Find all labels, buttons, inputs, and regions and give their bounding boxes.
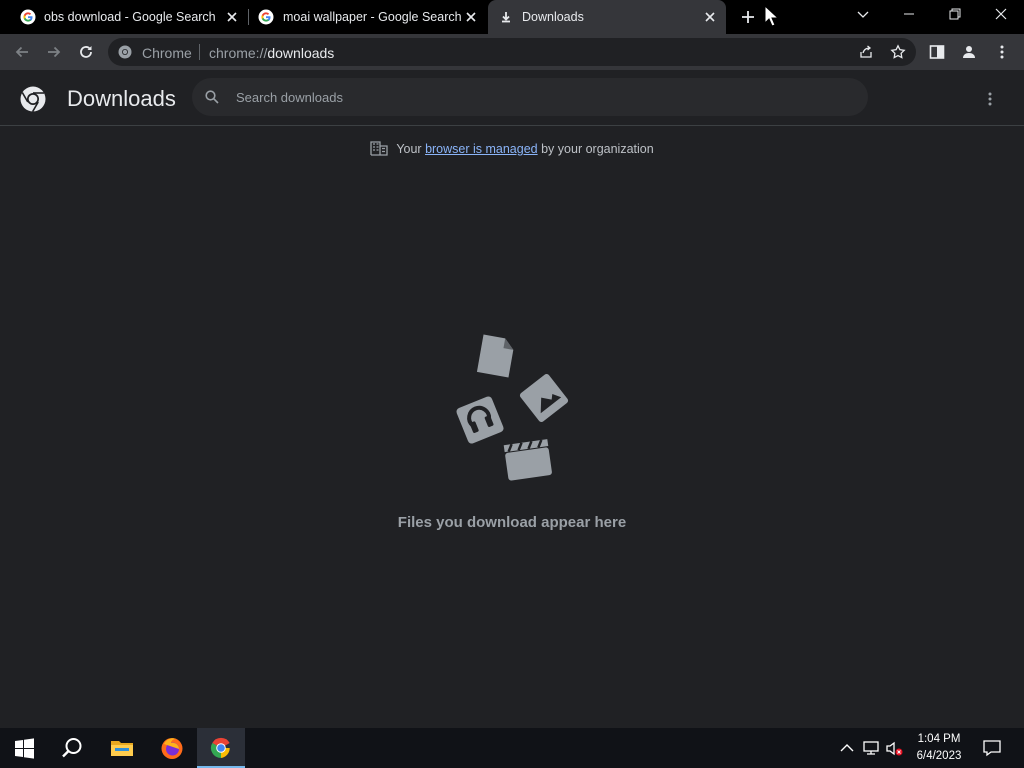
search-box[interactable] bbox=[192, 78, 868, 116]
managed-notice: Your browser is managed by your organiza… bbox=[0, 140, 1024, 158]
google-icon bbox=[20, 9, 36, 25]
chrome-icon bbox=[210, 737, 230, 759]
site-chip-label: Chrome bbox=[142, 45, 192, 61]
building-icon bbox=[370, 141, 388, 156]
managed-suffix: by your organization bbox=[541, 142, 654, 156]
file-explorer-icon bbox=[111, 741, 133, 756]
tab-moai-wallpaper[interactable]: moai wallpaper - Google Search bbox=[249, 0, 485, 34]
address-bar[interactable]: Chrome chrome://downloads bbox=[108, 38, 916, 66]
tab-strip: obs download - Google Search moai wallpa… bbox=[0, 0, 1024, 34]
tab-title: moai wallpaper - Google Search bbox=[283, 10, 462, 24]
google-icon bbox=[258, 9, 274, 25]
page-title: Downloads bbox=[67, 86, 176, 111]
close-icon[interactable] bbox=[463, 9, 479, 25]
search-input[interactable] bbox=[236, 87, 836, 107]
tab-title: Downloads bbox=[522, 10, 584, 24]
network-icon[interactable] bbox=[861, 738, 881, 758]
firefox-button[interactable] bbox=[148, 728, 196, 768]
share-icon[interactable] bbox=[858, 44, 874, 60]
tab-downloads[interactable]: Downloads bbox=[488, 0, 726, 34]
more-vert-icon bbox=[1000, 45, 1004, 59]
star-icon[interactable] bbox=[890, 44, 906, 60]
url-scheme: chrome:// bbox=[209, 45, 268, 61]
video-file-icon bbox=[503, 439, 552, 481]
forward-button[interactable] bbox=[42, 40, 66, 64]
document-icon bbox=[476, 334, 514, 378]
search-icon bbox=[205, 90, 219, 104]
managed-prefix: Your bbox=[396, 142, 422, 156]
restore-icon bbox=[949, 8, 961, 20]
chrome-taskbar-button[interactable] bbox=[197, 728, 245, 768]
clock-time: 1:04 PM bbox=[917, 733, 961, 745]
divider bbox=[199, 44, 200, 60]
clock-date: 6/4/2023 bbox=[916, 750, 962, 762]
url-path: downloads bbox=[267, 45, 335, 61]
firefox-icon bbox=[161, 738, 183, 759]
profile-button[interactable] bbox=[957, 40, 981, 64]
side-panel-icon bbox=[929, 45, 945, 59]
show-hidden-icons-icon[interactable] bbox=[837, 738, 857, 758]
download-icon bbox=[502, 12, 510, 23]
close-icon bbox=[995, 8, 1007, 20]
audio-file-icon bbox=[456, 396, 504, 444]
more-vert-icon[interactable] bbox=[980, 89, 1000, 109]
empty-state-message: Files you download appear here bbox=[397, 514, 627, 531]
tab-title: obs download - Google Search bbox=[44, 10, 216, 24]
chrome-icon bbox=[118, 45, 132, 59]
tab-obs-download[interactable]: obs download - Google Search bbox=[10, 0, 246, 34]
close-icon[interactable] bbox=[702, 9, 718, 25]
avatar-icon bbox=[963, 46, 975, 58]
reload-button[interactable] bbox=[74, 40, 98, 64]
reload-icon bbox=[80, 46, 92, 58]
system-clock[interactable]: 1:04 PM 6/4/2023 bbox=[905, 731, 973, 765]
close-window-button[interactable] bbox=[978, 0, 1024, 30]
chrome-menu-button[interactable] bbox=[990, 40, 1014, 64]
browser-managed-link[interactable]: browser is managed bbox=[425, 142, 538, 156]
chrome-logo-icon bbox=[20, 86, 46, 112]
arrow-right-icon bbox=[48, 46, 61, 58]
new-tab-icon[interactable] bbox=[738, 7, 758, 27]
back-button[interactable] bbox=[10, 40, 34, 64]
browser-toolbar: Chrome chrome://downloads bbox=[0, 34, 1024, 70]
chevron-down-icon bbox=[857, 11, 869, 18]
windows-logo-icon bbox=[15, 738, 34, 759]
action-center-icon[interactable] bbox=[982, 738, 1002, 758]
tab-search-button[interactable] bbox=[840, 0, 886, 30]
close-icon[interactable] bbox=[224, 9, 240, 25]
search-icon bbox=[62, 738, 82, 758]
windows-taskbar: 1:04 PM 6/4/2023 bbox=[0, 728, 1024, 768]
side-panel-button[interactable] bbox=[925, 40, 949, 64]
empty-downloads-illustration bbox=[456, 334, 569, 481]
minimize-icon bbox=[904, 13, 914, 15]
volume-muted-icon[interactable] bbox=[884, 738, 904, 758]
downloads-header: Downloads bbox=[0, 70, 1024, 126]
start-button[interactable] bbox=[0, 728, 48, 768]
restore-button[interactable] bbox=[932, 0, 978, 30]
file-explorer-button[interactable] bbox=[98, 728, 146, 768]
minimize-button[interactable] bbox=[886, 0, 932, 30]
image-icon bbox=[519, 373, 569, 423]
mouse-cursor-icon bbox=[764, 5, 778, 27]
taskbar-search-button[interactable] bbox=[48, 728, 96, 768]
url-text: chrome://downloads bbox=[209, 45, 334, 61]
arrow-left-icon bbox=[15, 46, 28, 58]
